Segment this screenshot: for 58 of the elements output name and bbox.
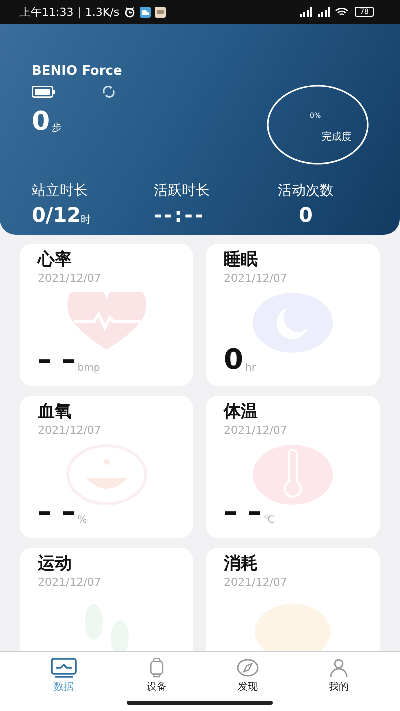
card-value: 0 (224, 344, 244, 376)
card-title: 运动 (38, 553, 73, 576)
card-value: – – (224, 496, 262, 528)
chart-icon (51, 658, 77, 678)
card-date: 2021/12/07 (224, 272, 288, 286)
status-time: 上午11:33 (20, 4, 74, 20)
card-value: – – (38, 496, 76, 528)
stat-label: 活跃时长 (154, 182, 211, 200)
compass-icon (237, 658, 259, 678)
alarm-icon (124, 6, 136, 18)
stat-value: --:-- (154, 202, 206, 228)
card-date: 2021/12/07 (224, 424, 288, 438)
card-title: 血氧 (38, 401, 73, 424)
progress-label: 完成度 (322, 130, 352, 144)
watch-icon (149, 658, 165, 678)
person-icon (329, 658, 349, 678)
nav-tab[interactable]: 设备 (141, 656, 173, 696)
card-title: 消耗 (224, 553, 259, 576)
signal-icon (317, 7, 332, 17)
card-unit: hr (245, 363, 256, 374)
metric-card[interactable]: 睡眠 2021/12/07 0 hr (206, 244, 380, 386)
nav-tab[interactable]: 我的 (323, 656, 355, 696)
stat-value: 0 (299, 202, 313, 228)
step-count: 0 (32, 107, 50, 137)
heart-icon (66, 292, 148, 352)
metric-card[interactable]: 血氧 2021/12/07 – –% (20, 396, 193, 538)
card-title: 睡眠 (224, 249, 259, 272)
card-date: 2021/12/07 (38, 424, 102, 438)
metric-card[interactable]: 心率 2021/12/07 – –bmp (20, 244, 193, 386)
cloud-app-icon (140, 6, 151, 18)
card-date: 2021/12/07 (38, 272, 102, 286)
metric-card[interactable]: 消耗 2021/12/07 (206, 548, 380, 651)
signal-icon (299, 7, 314, 17)
app-icon (154, 6, 166, 18)
device-name: BENIO Force (32, 64, 122, 79)
card-unit: ℃ (264, 515, 275, 526)
network-speed: 1.3K/s (85, 6, 120, 18)
card-unit: bmp (78, 363, 100, 374)
step-unit: 步 (52, 122, 62, 135)
card-date: 2021/12/07 (38, 576, 102, 590)
card-date: 2021/12/07 (224, 576, 288, 590)
metric-card[interactable]: 体温 2021/12/07 – –℃ (206, 396, 380, 538)
stat-value: 0/12 (32, 202, 82, 228)
card-title: 体温 (224, 401, 259, 424)
sync-icon[interactable] (102, 85, 116, 99)
status-separator: | (78, 6, 82, 18)
stat-unit: 时 (81, 214, 92, 227)
metric-card[interactable]: 运动 2021/12/07 (20, 548, 193, 651)
stat-label: 站立时长 (32, 182, 89, 200)
stat-label: 活动次数 (278, 182, 334, 200)
smiley-icon (66, 444, 148, 506)
card-unit: % (78, 515, 88, 526)
battery-icon (32, 86, 56, 98)
thermometer-icon (252, 444, 334, 506)
card-value: – – (38, 344, 76, 376)
nav-tab[interactable]: 发现 (231, 656, 265, 696)
wifi-icon (335, 7, 350, 17)
card-title: 心率 (38, 249, 73, 272)
